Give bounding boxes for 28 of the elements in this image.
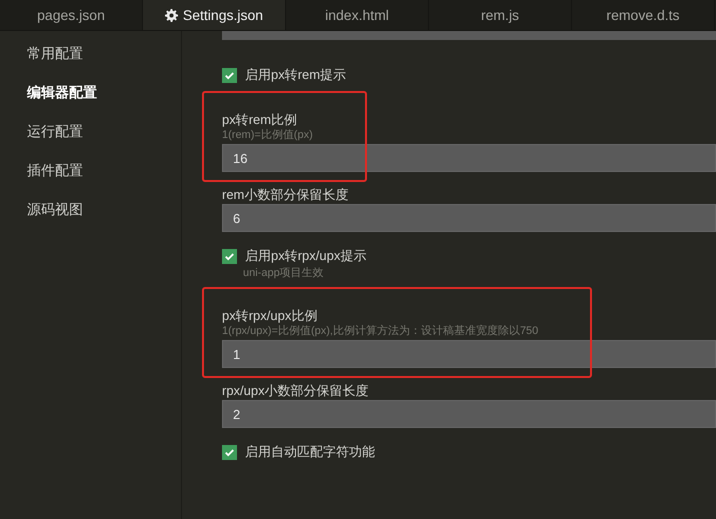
number-field[interactable]: 6 [222, 204, 716, 232]
gear-icon [164, 8, 178, 22]
hint-text: 1(rem)=比例值(px) [222, 128, 313, 143]
sidebar-item[interactable]: 插件配置 [0, 160, 181, 199]
tab[interactable]: remove.d.ts [572, 0, 715, 30]
checkbox[interactable] [222, 68, 237, 82]
number-field[interactable]: 2 [222, 400, 716, 428]
checkbox[interactable] [222, 248, 237, 264]
setting-label: rpx/upx小数部分保留长度 [222, 382, 369, 399]
sidebar-item[interactable]: 编辑器配置 [0, 82, 181, 121]
number-field[interactable]: 1 [222, 340, 716, 368]
tab[interactable]: rem.js [429, 0, 572, 30]
setting-label: px转rem比例 [222, 111, 298, 128]
number-field[interactable]: 16 [222, 144, 716, 172]
hint-text: uni-app项目生效 [243, 266, 325, 281]
sidebar-item[interactable]: 源码视图 [0, 199, 181, 238]
sidebar-item[interactable]: 运行配置 [0, 121, 181, 160]
setting-label: px转rpx/upx比例 [222, 307, 318, 324]
tab[interactable]: Settings.json [143, 0, 286, 30]
tab[interactable]: index.html [286, 0, 429, 30]
input-field[interactable] [222, 31, 716, 40]
setting-label: rem小数部分保留长度 [222, 186, 348, 203]
checkbox-label: 启用px转rem提示 [245, 66, 346, 84]
checkbox-label: 启用px转rpx/upx提示 [245, 247, 366, 265]
hint-text: 1(rpx/upx)=比例值(px),比例计算方法为：设计稿基准宽度除以750 [222, 324, 538, 339]
checkbox[interactable] [222, 444, 237, 460]
sidebar-item[interactable]: 常用配置 [0, 43, 181, 82]
checkbox-label: 启用自动匹配字符功能 [245, 443, 375, 461]
